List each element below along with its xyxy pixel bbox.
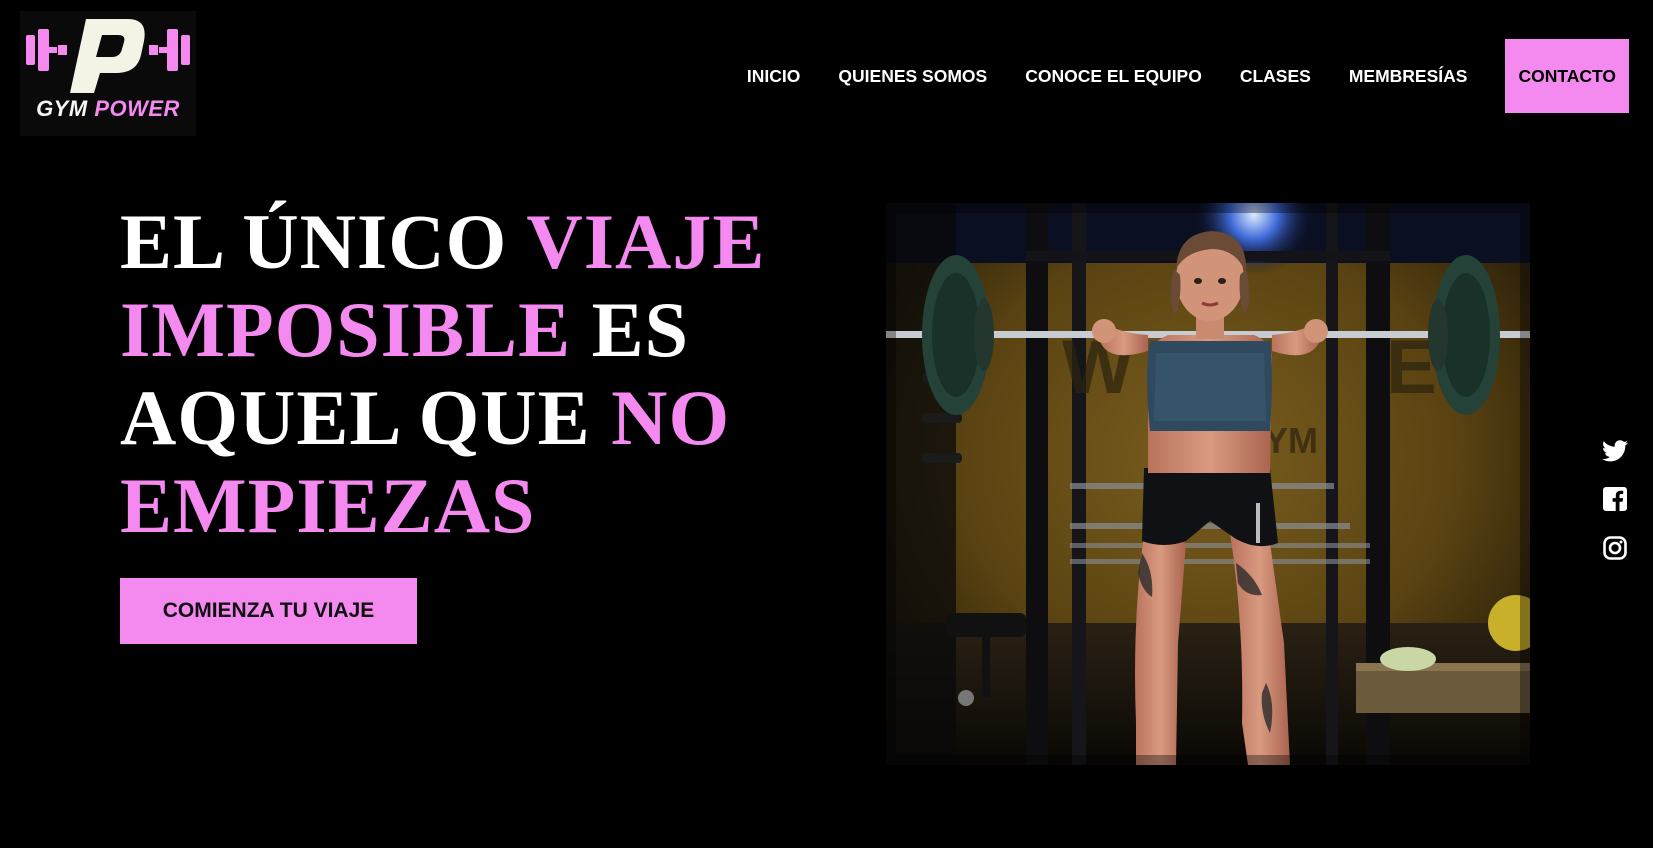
hero-headline: EL ÚNICO VIAJE IMPOSIBLE ES AQUEL QUE NO… [120,198,800,550]
nav-link-clases[interactable]: CLASES [1240,66,1311,87]
nav-link-quienes-somos[interactable]: QUIENES SOMOS [838,66,987,87]
hero-photo: W E T GYM [886,203,1530,765]
headline-line-1: EL ÚNICO VIAJE [120,198,800,286]
instagram-icon[interactable] [1603,536,1627,565]
nav-link-inicio[interactable]: INICIO [747,66,800,87]
nav-link-conoce-el-equipo[interactable]: CONOCE EL EQUIPO [1025,66,1202,87]
logo-wordmark: GYM POWER [20,96,196,122]
gym-power-logo[interactable]: GYM POWER [20,11,196,136]
headline-highlight: IMPOSIBLE [120,286,572,373]
headline-line-4: EMPIEZAS [120,462,536,549]
headline-highlight: VIAJE [526,198,766,285]
headline-highlight: NO [611,374,731,461]
contact-button[interactable]: CONTACTO [1505,39,1629,113]
logo-word-gym: GYM [36,96,88,121]
facebook-icon[interactable] [1603,487,1627,516]
headline-text: AQUEL QUE [120,374,612,461]
headline-line-3: AQUEL QUE NO [120,374,800,462]
twitter-icon[interactable] [1602,440,1628,467]
logo-word-power: POWER [94,96,180,121]
headline-text: EL ÚNICO [120,198,527,285]
main-nav: INICIO QUIENES SOMOS CONOCE EL EQUIPO CL… [747,0,1653,152]
page: GYM POWER INICIO QUIENES SOMOS CONOCE EL… [0,0,1653,848]
social-links [1599,440,1631,585]
headline-text: ES [571,286,690,373]
nav-link-membresias[interactable]: MEMBRESÍAS [1349,66,1468,87]
start-journey-button[interactable]: COMIENZA TU VIAJE [120,578,417,644]
gym-woman-barbell-image: W E T GYM [886,203,1530,765]
headline-line-2: IMPOSIBLE ES [120,286,800,374]
